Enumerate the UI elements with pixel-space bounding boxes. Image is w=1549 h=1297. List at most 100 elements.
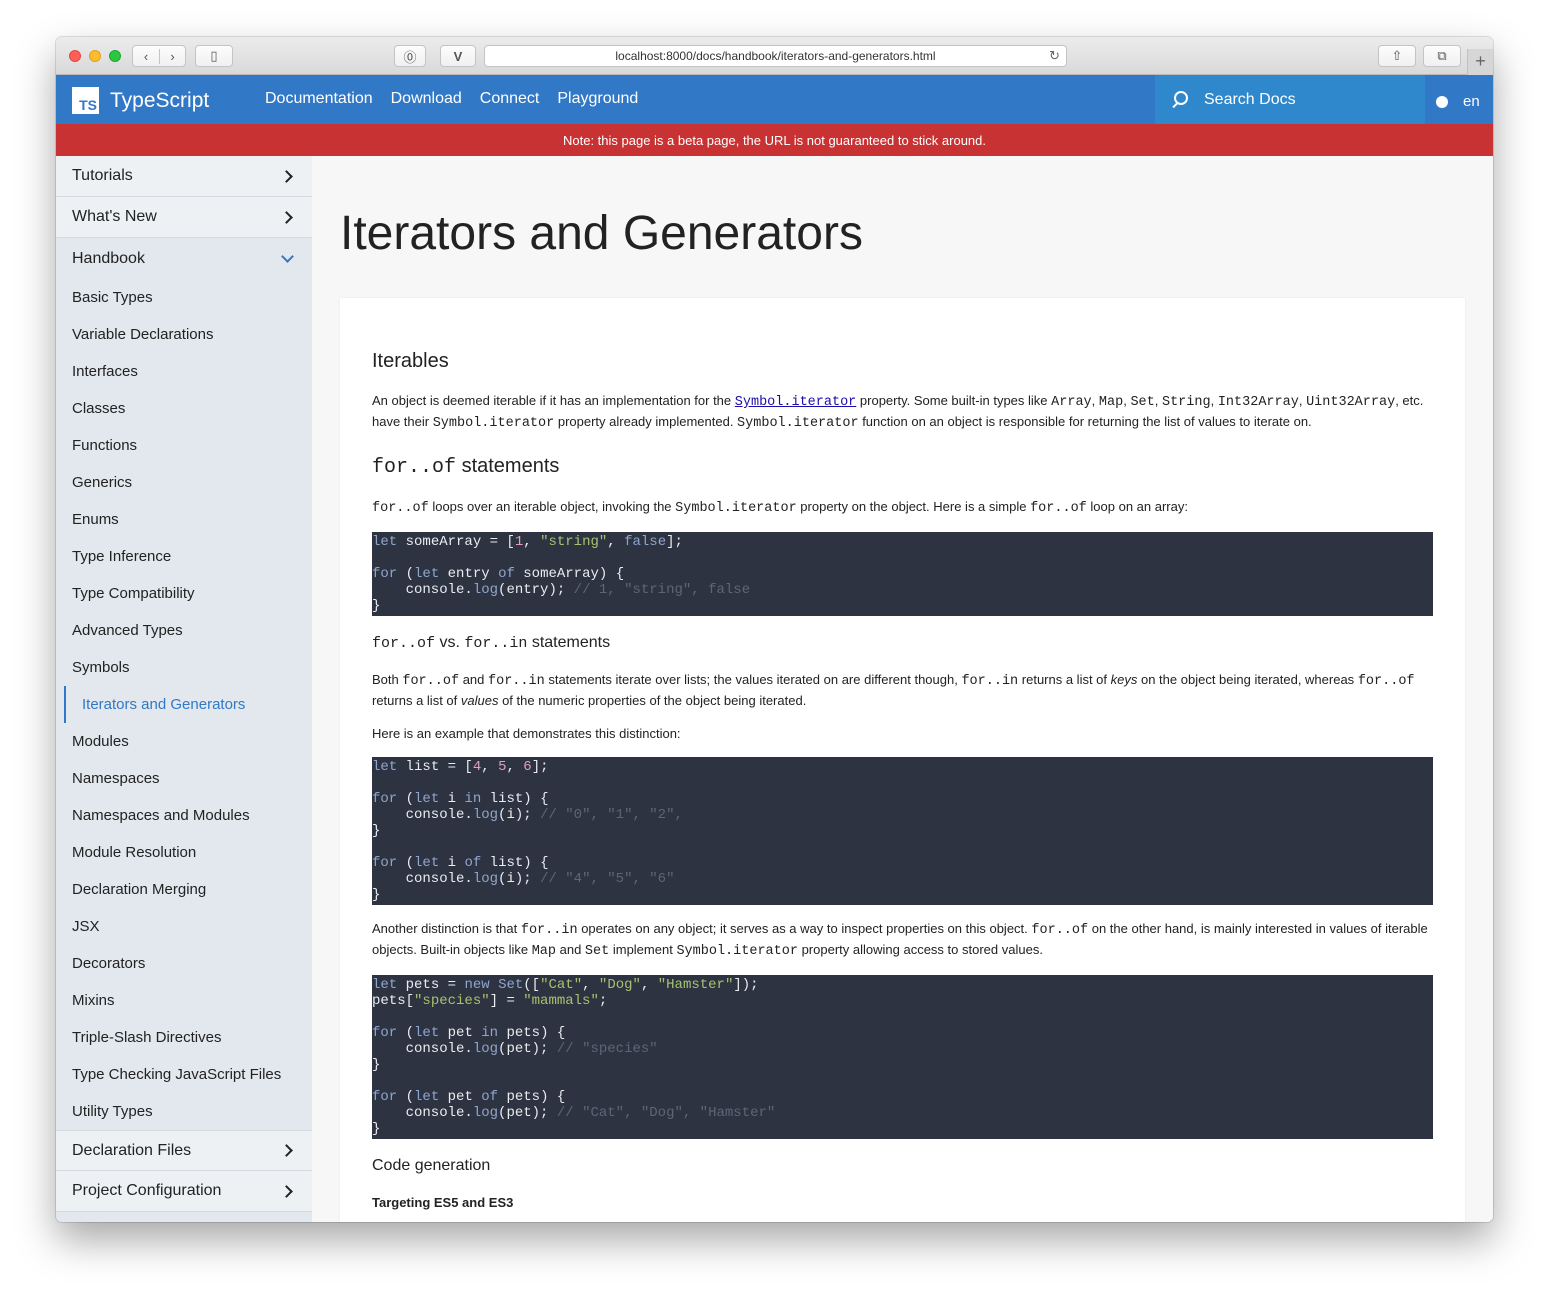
code-token: someArray) {: [514, 566, 625, 582]
sidebar-item-jsx[interactable]: JSX: [56, 908, 312, 945]
code-token: in: [481, 1025, 499, 1041]
code-line: }: [372, 823, 1433, 839]
sidebar-item-interfaces[interactable]: Interfaces: [56, 353, 312, 390]
code-token: }: [372, 887, 381, 903]
sidebar-section-project-configuration[interactable]: Project Configuration: [56, 1171, 312, 1212]
search-icon: [1171, 91, 1188, 108]
code-token: (: [397, 855, 415, 871]
language-switcher[interactable]: en: [1436, 93, 1480, 110]
sidebar-item-type-checking-javascript-files[interactable]: Type Checking JavaScript Files: [56, 1056, 312, 1093]
code-token: Set: [498, 977, 524, 993]
language-dot-icon: [1436, 95, 1448, 108]
inline-code: for..of: [1030, 501, 1087, 516]
close-window-button[interactable]: [69, 50, 81, 62]
code-token: console.: [372, 1041, 473, 1057]
text: statements iterate over lists; the value…: [544, 672, 962, 687]
sidebar-item-type-inference[interactable]: Type Inference: [56, 538, 312, 575]
sidebar-item-classes[interactable]: Classes: [56, 390, 312, 427]
sidebar-item-utility-types[interactable]: Utility Types: [56, 1093, 312, 1130]
code-token: 6: [523, 759, 532, 775]
code-line: for (let pet in pets) {: [372, 1025, 1433, 1041]
sidebar-toggle-icon[interactable]: ▯: [195, 45, 233, 67]
code-line: console.log(pet); // "species": [372, 1041, 1433, 1057]
new-tab-icon[interactable]: +: [1467, 49, 1493, 75]
search-input[interactable]: [1204, 90, 1404, 109]
text: returns a list of: [1018, 672, 1111, 687]
sidebar-item-type-compatibility[interactable]: Type Compatibility: [56, 575, 312, 612]
minimize-window-button[interactable]: [89, 50, 101, 62]
reload-icon[interactable]: ↻: [1049, 48, 1060, 64]
symbol-iterator-link[interactable]: Symbol.iterator: [735, 395, 857, 410]
inline-code: Int32Array: [1217, 395, 1299, 410]
sidebar-item-iterators-and-generators[interactable]: Iterators and Generators: [64, 686, 312, 723]
sidebar-item-functions[interactable]: Functions: [56, 427, 312, 464]
sidebar-section-declaration-files[interactable]: Declaration Files: [56, 1130, 312, 1171]
text: statements: [456, 455, 560, 477]
code-token: pets[: [372, 993, 415, 1009]
code-block-pets[interactable]: let pets = new Set(["Cat", "Dog", "Hamst…: [372, 975, 1433, 1139]
code-token: pets =: [397, 977, 465, 993]
code-line: for (let entry of someArray) {: [372, 566, 1433, 582]
code-block-list[interactable]: let list = [4, 5, 6]; for (let i in list…: [372, 757, 1433, 905]
sidebar-item-declaration-merging[interactable]: Declaration Merging: [56, 871, 312, 908]
sidebar-item-symbols[interactable]: Symbols: [56, 649, 312, 686]
text: function on an object is responsible for…: [858, 414, 1312, 429]
docs-sidebar: Tutorials What's New Handbook Basic Type…: [56, 156, 312, 1222]
sidebar-section-handbook[interactable]: Handbook: [56, 238, 312, 279]
heading-code-generation: Code generation: [372, 1157, 491, 1174]
inline-code: for..of: [1357, 674, 1415, 689]
sidebar-item-module-resolution[interactable]: Module Resolution: [56, 834, 312, 871]
chevron-right-icon: [280, 1144, 293, 1157]
sidebar-item-advanced-types[interactable]: Advanced Types: [56, 612, 312, 649]
code-block-for-of[interactable]: let someArray = [1, "string", false]; fo…: [372, 532, 1433, 616]
code-token: ,: [607, 534, 625, 550]
code-token: ([: [523, 977, 541, 993]
sidebar-item-namespaces[interactable]: Namespaces: [56, 760, 312, 797]
sidebar-section-tutorials[interactable]: Tutorials: [56, 156, 312, 197]
text: property. Some built-in types like: [856, 393, 1052, 408]
code-line: console.log(pet); // "Cat", "Dog", "Hams…: [372, 1105, 1433, 1121]
code-token: (i);: [498, 871, 541, 887]
code-token: pet: [439, 1089, 482, 1105]
sidebar-item-triple-slash-directives[interactable]: Triple-Slash Directives: [56, 1019, 312, 1056]
language-label: en: [1463, 93, 1480, 110]
handbook-item-list: Basic Types Variable Declarations Interf…: [56, 279, 312, 1130]
code-token: for: [372, 791, 398, 807]
zoom-window-button[interactable]: [109, 50, 121, 62]
text: ,: [1154, 393, 1162, 408]
code-line: }: [372, 887, 1433, 903]
paragraph-for-of-vs-for-in: Both for..of and for..in statements iter…: [372, 670, 1433, 710]
sidebar-item-enums[interactable]: Enums: [56, 501, 312, 538]
password-extension-icon[interactable]: ⓪: [394, 45, 426, 67]
site-logo[interactable]: TS TypeScript: [72, 87, 209, 114]
code-token: pets) {: [498, 1089, 566, 1105]
code-token: false: [624, 534, 667, 550]
code-token: let: [414, 1089, 440, 1105]
code-token: (: [397, 1025, 415, 1041]
nav-link-documentation[interactable]: Documentation: [265, 90, 373, 108]
code-token: log: [472, 582, 499, 598]
forward-icon[interactable]: ›: [158, 48, 185, 64]
tab-overview-icon[interactable]: ⧉: [1423, 45, 1461, 67]
sidebar-item-basic-types[interactable]: Basic Types: [56, 279, 312, 316]
address-bar[interactable]: localhost:8000/docs/handbook/iterators-a…: [484, 45, 1067, 67]
sidebar-item-mixins[interactable]: Mixins: [56, 982, 312, 1019]
nav-link-download[interactable]: Download: [391, 90, 462, 108]
nav-link-playground[interactable]: Playground: [557, 90, 638, 108]
sidebar-item-decorators[interactable]: Decorators: [56, 945, 312, 982]
sidebar-item-namespaces-and-modules[interactable]: Namespaces and Modules: [56, 797, 312, 834]
code-line: console.log(i); // "4", "5", "6": [372, 871, 1433, 887]
code-token: ,: [506, 759, 524, 775]
sidebar-item-generics[interactable]: Generics: [56, 464, 312, 501]
nav-link-connect[interactable]: Connect: [480, 90, 540, 108]
code-token: in: [464, 791, 482, 807]
back-icon[interactable]: ‹: [133, 49, 159, 64]
sidebar-item-variable-declarations[interactable]: Variable Declarations: [56, 316, 312, 353]
heading-for-of-vs-for-in: for..of vs. for..in statements: [372, 634, 1433, 652]
share-icon[interactable]: ⇧: [1378, 45, 1416, 67]
sidebar-item-modules[interactable]: Modules: [56, 723, 312, 760]
vimari-extension-icon[interactable]: V: [440, 45, 476, 67]
sidebar-section-whats-new[interactable]: What's New: [56, 197, 312, 238]
